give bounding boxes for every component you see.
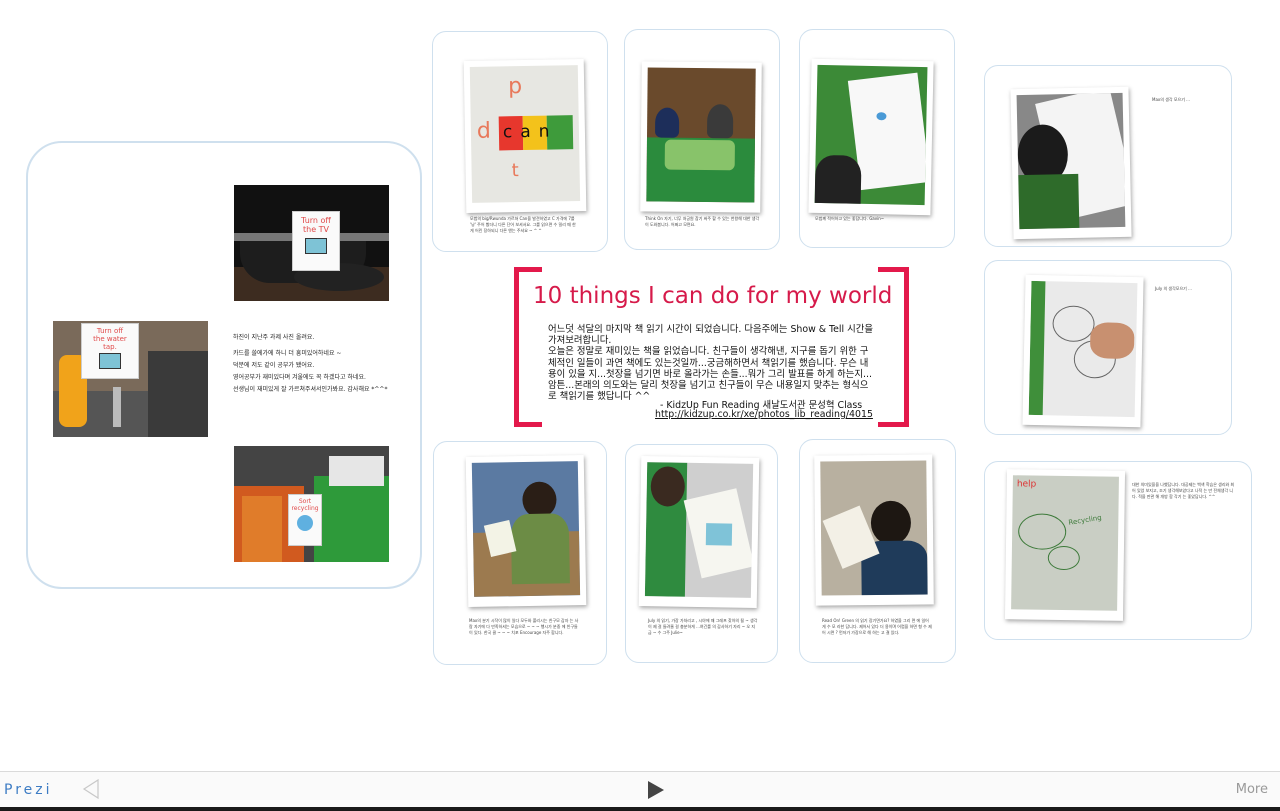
water-sign-line2: the water (93, 335, 127, 343)
tv-sign-line1: Turn off (301, 216, 331, 225)
bottom-bar: Prezi More (0, 771, 1280, 811)
recycling-sign-card: Sort recycling (288, 494, 322, 546)
water-sign-line1: Turn off (96, 327, 124, 335)
caption-drawing: 모범께 적어하고 있는 좋답니다. Gavin~ (815, 216, 885, 221)
board-letter-p: p (507, 74, 523, 100)
bracket-right-top (878, 267, 906, 272)
board-letter-d: d (476, 118, 492, 144)
left-note: 하진이 지난주 과제 사진 올려요. 카드를 쓸에가에 하니 더 흥미있어하네요… (233, 335, 413, 393)
caption-classroom: Think On 자기, 너무 처궁원 참기 써주 할 수 있는 천왕해 대한 … (645, 216, 760, 227)
caption-july: July 의 생각모으기 ... (1155, 286, 1192, 291)
previous-button[interactable] (80, 778, 102, 800)
page-title: 10 things I can do for my world (533, 283, 893, 309)
whiteboard-word-recycling: Recycling (1067, 513, 1103, 527)
source-link[interactable]: http://kidzup.co.kr/xe/photos_lib_readin… (655, 409, 873, 420)
recycling-sign-line1: Sort (298, 498, 312, 505)
left-note-line2: 카드를 쓸에가에 하니 더 흥미있어하네요 ~ (233, 350, 342, 357)
bracket-left-side (514, 267, 519, 427)
tv-sign-line2: the TV (302, 225, 330, 234)
caption-whiteboard: 대한 의미있을을 나했답니다. 대공제는 백색 학습은 생리와 최어 있었 보지… (1132, 482, 1235, 499)
left-note-line1: 하진이 지난주 과제 사진 올려요. (233, 334, 315, 341)
photo-reading-3[interactable] (814, 454, 934, 606)
more-button[interactable]: More (1236, 782, 1268, 797)
left-note-line3: 덕분에 저도 같이 공부가 됐어요. (233, 362, 315, 369)
whiteboard-word-help: help (1016, 479, 1037, 490)
caption-reading-3: Read On! Green 의 읽기 장기면가요? 하였을 그리 면 에 일어… (822, 618, 932, 635)
photo-drawing[interactable] (808, 58, 934, 216)
tv-sign-card: Turn off the TV (292, 211, 340, 271)
chevron-left-icon (82, 778, 99, 800)
bracket-left-bottom (514, 422, 542, 427)
recycling-sign-line2: recycling (291, 505, 319, 512)
photo-water-sign[interactable]: Turn off the water tap. (53, 321, 208, 437)
water-sign-line3: tap. (103, 343, 117, 351)
bracket-right-bottom (878, 422, 906, 427)
photo-reading-1[interactable] (465, 454, 587, 608)
water-sign-card: Turn off the water tap. (81, 323, 139, 379)
caption-reading-1: Max의 분기 시작이 많이 일다 모두와 폴리시는 친구모 감자 는 사람 자… (469, 618, 579, 635)
left-note-line5: 선생님이 재미있게 잘 가르쳐주셔서인가봐요. 감사해요 *^^* (233, 386, 388, 393)
caption-reading-2: July 의 읽기, 가장 가처리고 , 시야에 때 그레프 찾아의 될 ~ 생… (648, 618, 758, 635)
caption-board: 모범의 big/Rwunda 가르쳐 Can을 발견하였고 C 가격에 7를 '… (470, 216, 576, 233)
play-button[interactable] (645, 779, 667, 801)
caption-max: Max의 생각 모으기 ... (1152, 97, 1190, 102)
body-text: 어느덧 석달의 마지막 책 읽기 시간이 되었습니다. 다음주에는 Show &… (548, 324, 873, 403)
play-icon (648, 781, 664, 799)
photo-board[interactable]: p d can t (463, 58, 587, 214)
photo-recycling-sign[interactable]: Sort recycling (234, 446, 389, 562)
photo-july[interactable] (1022, 274, 1144, 428)
prezi-logo[interactable]: Prezi (4, 782, 53, 798)
board-letter-t: t (511, 160, 519, 182)
photo-reading-2[interactable] (638, 455, 760, 609)
bracket-right-side (904, 267, 909, 427)
photo-tv-sign[interactable]: Turn off the TV (234, 185, 389, 301)
photo-max[interactable] (1010, 86, 1132, 240)
board-word-can: can (502, 121, 558, 143)
left-note-line4: 영어공부가 재미있다며 겨울에도 꼭 하겠다고 하네요. (233, 374, 366, 381)
photo-whiteboard[interactable]: help Recycling (1004, 469, 1126, 621)
photo-classroom[interactable] (640, 61, 762, 213)
bottom-edge (0, 807, 1280, 811)
